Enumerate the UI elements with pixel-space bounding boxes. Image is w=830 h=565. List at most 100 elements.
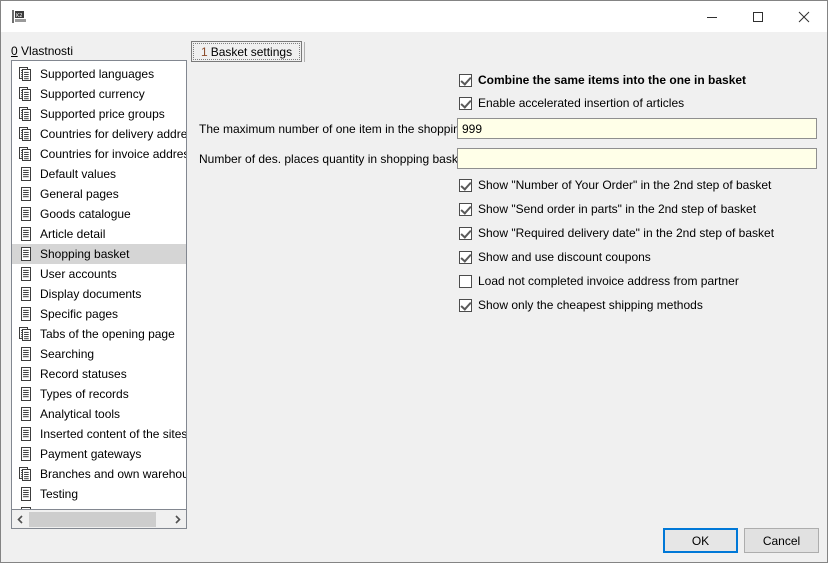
checkbox-show-required-delivery-date[interactable]: Show "Required delivery date" in the 2nd…	[459, 226, 774, 240]
list-item-label: Display documents	[40, 286, 141, 302]
page-icon	[18, 166, 34, 182]
list-item[interactable]: Inserted content of the sites	[12, 424, 186, 444]
page-icon	[18, 406, 34, 422]
checkbox-show-number-of-your-order[interactable]: Show "Number of Your Order" in the 2nd s…	[459, 178, 771, 192]
label-decimal-places-quantity: Number of des. places quantity in shoppi…	[199, 152, 468, 166]
checkbox-show-discount-coupons[interactable]: Show and use discount coupons	[459, 250, 651, 264]
checkbox-box[interactable]	[459, 275, 472, 288]
list-item-label: Payment gateways	[40, 446, 141, 462]
properties-list[interactable]: Supported languages Supported currency Sup…	[11, 60, 187, 510]
list-item-label: Countries for invoice addresses	[40, 146, 186, 162]
checkbox-label: Show only the cheapest shipping methods	[478, 298, 703, 312]
checkbox-label: Show "Send order in parts" in the 2nd st…	[478, 202, 756, 216]
page-icon	[18, 426, 34, 442]
checkbox-box[interactable]	[459, 251, 472, 264]
checkbox-combine-same-items[interactable]: Combine the same items into the one in b…	[459, 73, 746, 87]
chevron-right-icon[interactable]	[169, 511, 186, 528]
list-item-label: User accounts	[40, 266, 117, 282]
basket-settings-panel: Combine the same items into the one in b…	[191, 63, 819, 522]
checkbox-load-invoice-address[interactable]: Load not completed invoice address from …	[459, 274, 739, 288]
checkbox-box[interactable]	[459, 203, 472, 216]
sidebar-label-mnemonic: 0	[11, 44, 18, 58]
maximize-icon[interactable]	[735, 1, 781, 32]
close-icon[interactable]	[781, 1, 827, 32]
list-item[interactable]: Record statuses	[12, 364, 186, 384]
list-item[interactable]: Tabs of the opening page	[12, 324, 186, 344]
checkbox-label: Show "Number of Your Order" in the 2nd s…	[478, 178, 771, 192]
svg-text:K2: K2	[16, 13, 22, 19]
list-item[interactable]: Supported currency	[12, 84, 186, 104]
list-item[interactable]: Branches and own warehouses	[12, 464, 186, 484]
list-item-label: Analytical tools	[40, 406, 120, 422]
cancel-button[interactable]: Cancel	[744, 528, 819, 553]
multi-page-icon	[18, 106, 34, 122]
page-icon	[18, 266, 34, 282]
sidebar-label-text: Vlastnosti	[18, 44, 73, 58]
page-icon	[18, 226, 34, 242]
list-item[interactable]: Article detail	[12, 224, 186, 244]
list-item[interactable]: Default values	[12, 164, 186, 184]
chevron-left-icon[interactable]	[12, 511, 29, 528]
hscrollbar-track[interactable]	[29, 511, 169, 528]
hscrollbar-thumb[interactable]	[29, 512, 156, 527]
checkbox-label: Show and use discount coupons	[478, 250, 651, 264]
page-icon	[18, 366, 34, 382]
list-item[interactable]: Countries for invoice addresses	[12, 144, 186, 164]
sidebar-label: 0 Vlastnosti	[11, 44, 73, 58]
list-item[interactable]: Display documents	[12, 284, 186, 304]
list-item-label: Types of records	[40, 386, 129, 402]
settings-dialog-window: K2 0 Vlastnosti Supported languagesSuppo…	[0, 0, 828, 563]
list-item-label: Countries for delivery address	[40, 126, 186, 142]
multi-page-icon	[18, 466, 34, 482]
checkbox-show-cheapest-shipping[interactable]: Show only the cheapest shipping methods	[459, 298, 703, 312]
multi-page-icon	[18, 146, 34, 162]
list-item[interactable]: User accounts	[12, 264, 186, 284]
minimize-icon[interactable]	[689, 1, 735, 32]
page-icon	[18, 386, 34, 402]
list-item[interactable]: Supported price groups	[12, 104, 186, 124]
page-icon	[18, 246, 34, 262]
multi-page-icon	[18, 326, 34, 342]
checkbox-box[interactable]	[459, 299, 472, 312]
list-item-label: Supported price groups	[40, 106, 165, 122]
list-item[interactable]: Shopping basket	[12, 244, 186, 264]
multi-page-icon	[18, 66, 34, 82]
list-item[interactable]: Testing	[12, 484, 186, 504]
page-icon	[18, 446, 34, 462]
list-item-label: Tabs of the opening page	[40, 326, 175, 342]
input-decimal-places-quantity[interactable]	[457, 148, 817, 169]
properties-list-hscrollbar[interactable]	[11, 510, 187, 529]
ok-button[interactable]: OK	[663, 528, 738, 553]
list-item[interactable]: Countries for delivery address	[12, 124, 186, 144]
checkbox-box[interactable]	[459, 179, 472, 192]
tab-basket-settings[interactable]: 1Basket settings	[191, 41, 302, 62]
title-bar: K2	[1, 1, 827, 32]
page-icon	[18, 486, 34, 502]
checkbox-box[interactable]	[459, 97, 472, 110]
list-item-label: Specific pages	[40, 306, 118, 322]
list-item-label: Searching	[40, 346, 94, 362]
page-icon	[18, 306, 34, 322]
tab-number: 1	[201, 45, 208, 59]
list-item[interactable]: Searching	[12, 344, 186, 364]
checkbox-show-send-order-in-parts[interactable]: Show "Send order in parts" in the 2nd st…	[459, 202, 756, 216]
list-item-label: General pages	[40, 186, 119, 202]
list-item-label: Supported languages	[40, 66, 154, 82]
list-item[interactable]: General pages	[12, 184, 186, 204]
checkbox-enable-accelerated-insertion[interactable]: Enable accelerated insertion of articles	[459, 96, 684, 110]
tab-strip: 1Basket settings	[191, 41, 819, 63]
checkbox-box[interactable]	[459, 74, 472, 87]
list-item[interactable]: Analytical tools	[12, 404, 186, 424]
checkbox-box[interactable]	[459, 227, 472, 240]
list-item[interactable]: Types of records	[12, 384, 186, 404]
list-item[interactable]: Goods catalogue	[12, 204, 186, 224]
list-item[interactable]: Specific pages	[12, 304, 186, 324]
multi-page-icon	[18, 126, 34, 142]
tab-label: Basket settings	[211, 45, 292, 59]
k2-logo-icon: K2	[10, 7, 30, 27]
list-item-label: Default values	[40, 166, 116, 182]
checkbox-label: Show "Required delivery date" in the 2nd…	[478, 226, 774, 240]
list-item[interactable]: Supported languages	[12, 64, 186, 84]
list-item[interactable]: Payment gateways	[12, 444, 186, 464]
input-max-number-one-item[interactable]	[457, 118, 817, 139]
